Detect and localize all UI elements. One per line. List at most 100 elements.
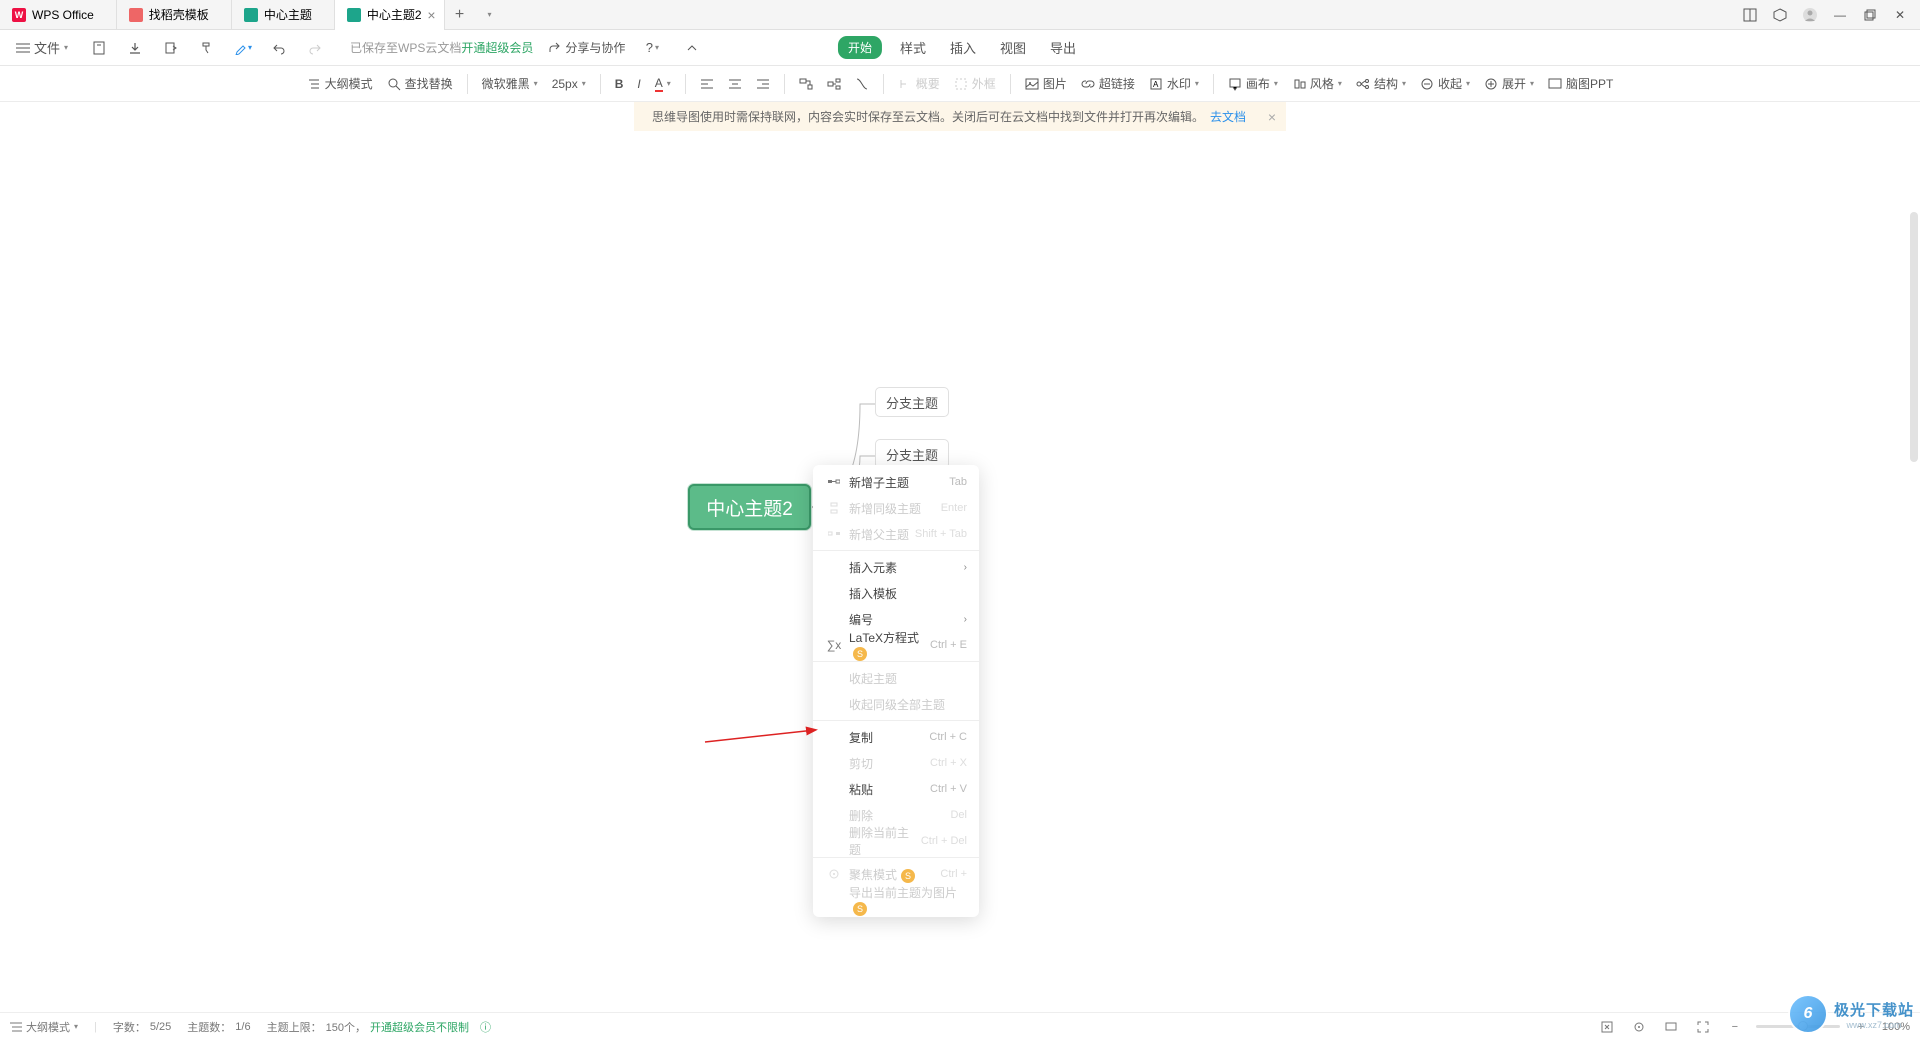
help-button[interactable]: ?▾ — [639, 35, 665, 61]
fit-screen-button[interactable] — [1596, 1016, 1618, 1038]
ribbon-tab-start[interactable]: 开始 — [838, 36, 882, 59]
svg-text:A: A — [1153, 80, 1159, 89]
ribbon-tab-insert[interactable]: 插入 — [944, 34, 982, 61]
statusbar: 大纲模式▾ | 字数：5/25 主题数：1/6 主题上限：150个，开通超级会员… — [0, 1012, 1920, 1040]
chevron-right-icon: › — [964, 562, 967, 573]
fullscreen-button[interactable] — [1692, 1016, 1714, 1038]
hamburger-icon — [16, 42, 30, 54]
close-icon[interactable]: × — [424, 7, 440, 23]
undo-button[interactable] — [266, 35, 292, 61]
locate-button[interactable] — [1628, 1016, 1650, 1038]
collapse-ribbon-button[interactable] — [679, 35, 705, 61]
export-button[interactable] — [158, 35, 184, 61]
relation-button[interactable] — [851, 73, 873, 95]
new-sibling-button[interactable] — [795, 73, 817, 95]
style-button[interactable]: 风格▾ — [1288, 71, 1346, 96]
target-icon — [825, 868, 843, 880]
tab-wps-office[interactable]: W WPS Office — [0, 0, 117, 30]
tab-label: 中心主题 — [264, 6, 312, 23]
user-icon[interactable] — [1798, 3, 1822, 27]
canvas[interactable]: 思维导图使用时需保持联网，内容会实时保存至云文档。关闭后可在云文档中找到文件并打… — [0, 102, 1920, 1012]
hyperlink-button[interactable]: 超链接 — [1077, 71, 1139, 96]
ribbon-tabs: 开始 样式 插入 视图 导出 — [838, 34, 1082, 61]
notice-text: 思维导图使用时需保持联网，内容会实时保存至云文档。关闭后可在云文档中找到文件并打… — [652, 108, 1204, 125]
window-controls: — ✕ — [1738, 3, 1920, 27]
chevron-right-icon: › — [964, 614, 967, 625]
file-menu-button[interactable]: 文件▾ — [8, 35, 76, 60]
watermark-button[interactable]: A水印▾ — [1145, 71, 1203, 96]
menubar: 文件▾ ▾ 已保存至WPS云文档 开始 样式 插入 视图 导出 开通超级会员 分… — [0, 30, 1920, 66]
sibling-node-icon — [825, 502, 843, 514]
ctx-latex[interactable]: ∑xLaTeX方程式SCtrl + E — [813, 632, 979, 658]
share-button[interactable]: 分享与协作 — [547, 39, 625, 56]
expand-button[interactable]: 展开▾ — [1480, 71, 1538, 96]
vertical-scrollbar[interactable] — [1910, 212, 1918, 462]
italic-button[interactable]: I — [633, 73, 644, 95]
ctx-paste[interactable]: 粘贴Ctrl + V — [813, 776, 979, 802]
vip-badge-icon: S — [901, 869, 915, 883]
minimize-button[interactable]: — — [1828, 3, 1852, 27]
canvas-button[interactable]: 画布▾ — [1224, 71, 1282, 96]
fold-button[interactable]: 收起▾ — [1416, 71, 1474, 96]
mindmap-icon — [347, 8, 361, 22]
central-topic-node[interactable]: 中心主题2 — [688, 484, 811, 530]
premium-link[interactable]: 开通超级会员 — [461, 39, 533, 56]
sb-outline-button[interactable]: 大纲模式▾ — [10, 1019, 78, 1035]
tab-central-topic[interactable]: 中心主题 — [232, 0, 335, 30]
titlebar: W WPS Office 找稻壳模板 中心主题 中心主题2× + ▾ — ✕ — [0, 0, 1920, 30]
font-color-button[interactable]: A▾ — [651, 72, 675, 96]
notice-link[interactable]: 去文档 — [1210, 108, 1246, 125]
ctx-new-child[interactable]: 新增子主题Tab — [813, 469, 979, 495]
tab-central-topic-2[interactable]: 中心主题2× — [335, 0, 445, 30]
present-button[interactable] — [1660, 1016, 1682, 1038]
sb-upgrade-link[interactable]: 开通超级会员不限制 — [370, 1019, 469, 1035]
wps-logo-icon: W — [12, 8, 26, 22]
tab-label: WPS Office — [32, 8, 94, 22]
font-selector[interactable]: 微软雅黑▾ — [478, 71, 542, 96]
download-button[interactable] — [122, 35, 148, 61]
tab-label: 找稻壳模板 — [149, 6, 209, 23]
align-left-button[interactable] — [696, 74, 718, 94]
ctx-copy[interactable]: 复制Ctrl + C — [813, 724, 979, 750]
close-icon[interactable]: × — [1268, 109, 1276, 125]
ctx-insert-template[interactable]: 插入模板 — [813, 580, 979, 606]
font-size-selector[interactable]: 25px▾ — [548, 73, 590, 95]
outline-mode-button[interactable]: 大纲模式 — [303, 71, 377, 96]
parent-node-icon — [825, 529, 843, 539]
redo-button[interactable] — [302, 35, 328, 61]
close-button[interactable]: ✕ — [1888, 3, 1912, 27]
branch-node[interactable]: 分支主题 — [875, 387, 949, 417]
add-tab-button[interactable]: + — [445, 6, 475, 24]
find-replace-button[interactable]: 查找替换 — [383, 71, 457, 96]
format-painter-button[interactable] — [194, 35, 220, 61]
ctx-fold-siblings: 收起同级全部主题 — [813, 691, 979, 717]
summary-button[interactable]: 概要 — [894, 71, 944, 96]
tab-options-button[interactable]: ▾ — [475, 10, 505, 19]
brush-button[interactable]: ▾ — [230, 35, 256, 61]
align-center-button[interactable] — [724, 74, 746, 94]
frame-button[interactable]: 外框 — [950, 71, 1000, 96]
sb-topic-count: 主题数：1/6 — [187, 1019, 250, 1035]
mindmap-ppt-button[interactable]: 脑图PPT — [1544, 71, 1617, 96]
ctx-insert-element[interactable]: 插入元素› — [813, 554, 979, 580]
panel-icon[interactable] — [1738, 3, 1762, 27]
tab-template[interactable]: 找稻壳模板 — [117, 0, 232, 30]
bold-button[interactable]: B — [611, 73, 628, 95]
new-doc-button[interactable] — [86, 35, 112, 61]
ribbon-tab-format[interactable]: 样式 — [894, 34, 932, 61]
ctx-fold-topic: 收起主题 — [813, 665, 979, 691]
ctx-new-sibling: 新增同级主题Enter — [813, 495, 979, 521]
sb-word-count: 字数：5/25 — [113, 1019, 171, 1035]
zoom-out-button[interactable]: − — [1724, 1016, 1746, 1038]
info-icon[interactable]: ⓘ — [480, 1019, 491, 1035]
maximize-button[interactable] — [1858, 3, 1882, 27]
image-button[interactable]: 图片 — [1021, 71, 1071, 96]
ribbon-tab-view[interactable]: 视图 — [994, 34, 1032, 61]
ctx-new-parent: 新增父主题Shift + Tab — [813, 521, 979, 547]
new-child-button[interactable] — [823, 73, 845, 95]
structure-button[interactable]: 结构▾ — [1352, 71, 1410, 96]
align-right-button[interactable] — [752, 74, 774, 94]
cube-icon[interactable] — [1768, 3, 1792, 27]
child-node-icon — [825, 477, 843, 487]
ribbon-tab-export[interactable]: 导出 — [1044, 34, 1082, 61]
